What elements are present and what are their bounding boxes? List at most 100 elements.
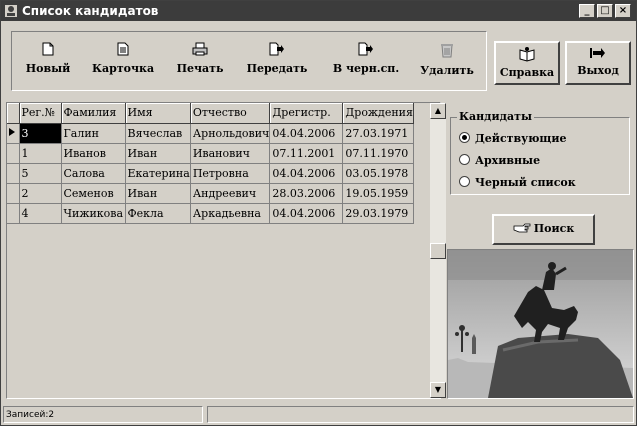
search-button-label: Поиск [533, 222, 575, 235]
new-button-label: Новый [25, 62, 71, 75]
table-cell[interactable]: 19.05.1959 [342, 183, 414, 204]
table-cell[interactable]: Иванович [190, 143, 271, 164]
main-window: Список кандидатов _ □ × Новый Карточка П… [0, 0, 637, 426]
card-button-label: Карточка [92, 62, 155, 75]
column-header[interactable]: Имя [125, 103, 191, 124]
grid-header-row: Рег.№ Фамилия Имя Отчество Дрегистр. Дро… [7, 103, 414, 124]
table-cell[interactable]: 3 [19, 123, 62, 144]
radio-active[interactable]: Действующие [459, 132, 566, 145]
column-header[interactable]: Фамилия [61, 103, 126, 124]
table-cell[interactable]: 4 [19, 203, 62, 224]
radio-archive-label: Архивные [475, 154, 541, 167]
radio-blacklist[interactable]: Черный список [459, 176, 576, 189]
radio-blacklist-label: Черный список [475, 176, 576, 189]
status-bar: Записей:2 [1, 404, 636, 424]
scroll-up-button[interactable]: ▲ [430, 103, 446, 119]
toolbar: Новый Карточка Печать Передать В черн.сп… [11, 31, 487, 91]
header-indicator-cell [7, 103, 20, 124]
scroll-down-button[interactable]: ▼ [430, 382, 446, 398]
help-button[interactable]: Справка [494, 41, 560, 85]
printer-icon [192, 42, 208, 56]
card-button[interactable]: Карточка [92, 40, 154, 86]
row-pointer-icon [9, 127, 15, 136]
table-cell[interactable]: Аркадьевна [190, 203, 271, 224]
candidates-grid[interactable]: Рег.№ Фамилия Имя Отчество Дрегистр. Дро… [6, 102, 446, 399]
table-row[interactable]: 3 Галин Вячеслав Арнольдович 04.04.2006 27.03… [7, 123, 414, 144]
candidates-groupbox: Кандидаты Действующие Архивные Черный сп… [450, 110, 630, 195]
table-cell[interactable]: Иван [125, 183, 191, 204]
table-cell[interactable]: 04.04.2006 [269, 123, 344, 144]
table-cell[interactable]: Семенов [61, 183, 126, 204]
app-icon [5, 5, 17, 17]
help-button-label: Справка [499, 66, 555, 79]
pointing-hand-icon [513, 223, 531, 233]
table-cell[interactable]: Иван [125, 143, 191, 164]
table-cell[interactable]: 5 [19, 163, 62, 184]
table-row[interactable]: 4 Чижикова Фекла Аркадьевна 04.04.2006 29.03.… [7, 203, 414, 224]
grid-table: Рег.№ Фамилия Имя Отчество Дрегистр. Дро… [7, 103, 414, 224]
row-indicator-cell [7, 203, 20, 224]
print-button-label: Печать [176, 62, 224, 75]
title-bar: Список кандидатов _ □ × [1, 1, 636, 21]
table-cell[interactable]: Андреевич [190, 183, 271, 204]
transfer-button[interactable]: Передать [246, 40, 308, 86]
column-header[interactable]: Дрегистр. [269, 103, 344, 124]
table-cell[interactable]: 1 [19, 143, 62, 164]
maximize-button[interactable]: □ [597, 4, 613, 18]
blacklist-button-label: В черн.сп. [332, 62, 400, 75]
blacklist-button[interactable]: В черн.сп. [330, 40, 402, 86]
new-document-icon [42, 42, 54, 56]
table-cell[interactable]: 07.11.2001 [269, 143, 344, 164]
table-cell[interactable]: 2 [19, 183, 62, 204]
table-cell[interactable]: Чижикова [61, 203, 126, 224]
print-button[interactable]: Печать [172, 40, 228, 86]
table-row[interactable]: 2 Семенов Иван Андреевич 28.03.2006 19.05.195… [7, 183, 414, 204]
status-panel-empty [207, 406, 634, 423]
table-cell[interactable]: 27.03.1971 [342, 123, 414, 144]
card-document-icon [117, 42, 129, 56]
table-cell[interactable]: 28.03.2006 [269, 183, 344, 204]
column-header[interactable]: Рег.№ [19, 103, 62, 124]
radio-archive[interactable]: Архивные [459, 154, 540, 167]
table-cell[interactable]: 04.04.2006 [269, 203, 344, 224]
window-title: Список кандидатов [22, 4, 159, 18]
status-records: Записей:2 [3, 406, 203, 423]
table-cell[interactable]: Вячеслав [125, 123, 191, 144]
exit-button[interactable]: Выход [565, 41, 631, 85]
minimize-button[interactable]: _ [579, 4, 595, 18]
table-cell[interactable]: 29.03.1979 [342, 203, 414, 224]
candidates-legend: Кандидаты [457, 110, 534, 123]
table-cell[interactable]: 07.11.1970 [342, 143, 414, 164]
table-cell[interactable]: Салова [61, 163, 126, 184]
table-cell[interactable]: 04.04.2006 [269, 163, 344, 184]
table-row[interactable]: 1 Иванов Иван Иванович 07.11.2001 07.11.1970 [7, 143, 414, 164]
new-button[interactable]: Новый [20, 40, 76, 86]
table-cell[interactable]: Иванов [61, 143, 126, 164]
recycle-bin-icon [441, 44, 453, 58]
grid-vertical-scrollbar[interactable]: ▲ ▼ [430, 103, 446, 398]
delete-button[interactable]: Удалить [416, 40, 478, 86]
radio-dot [459, 132, 470, 143]
transfer-icon [269, 42, 284, 56]
exit-arrow-icon [590, 48, 605, 58]
close-button[interactable]: × [615, 4, 631, 18]
transfer-button-label: Передать [246, 62, 308, 75]
table-cell[interactable]: Арнольдович [190, 123, 271, 144]
delete-button-label: Удалить [420, 64, 474, 77]
table-cell[interactable]: 03.05.1978 [342, 163, 414, 184]
candidate-photo [447, 249, 634, 399]
table-row[interactable]: 5 Салова Екатерина Петровна 04.04.2006 03.05.… [7, 163, 414, 184]
blacklist-icon [358, 42, 373, 56]
table-cell[interactable]: Екатерина [125, 163, 191, 184]
column-header[interactable]: Отчество [190, 103, 271, 124]
column-header[interactable]: Дрождения [342, 103, 414, 124]
radio-dot [459, 176, 470, 187]
search-button[interactable]: Поиск [492, 214, 595, 245]
row-indicator-cell [7, 163, 20, 184]
table-cell[interactable]: Фекла [125, 203, 191, 224]
row-indicator-cell [7, 143, 20, 164]
table-cell[interactable]: Галин [61, 123, 126, 144]
scroll-thumb[interactable] [430, 243, 446, 259]
row-indicator-cell [7, 183, 20, 204]
table-cell[interactable]: Петровна [190, 163, 271, 184]
